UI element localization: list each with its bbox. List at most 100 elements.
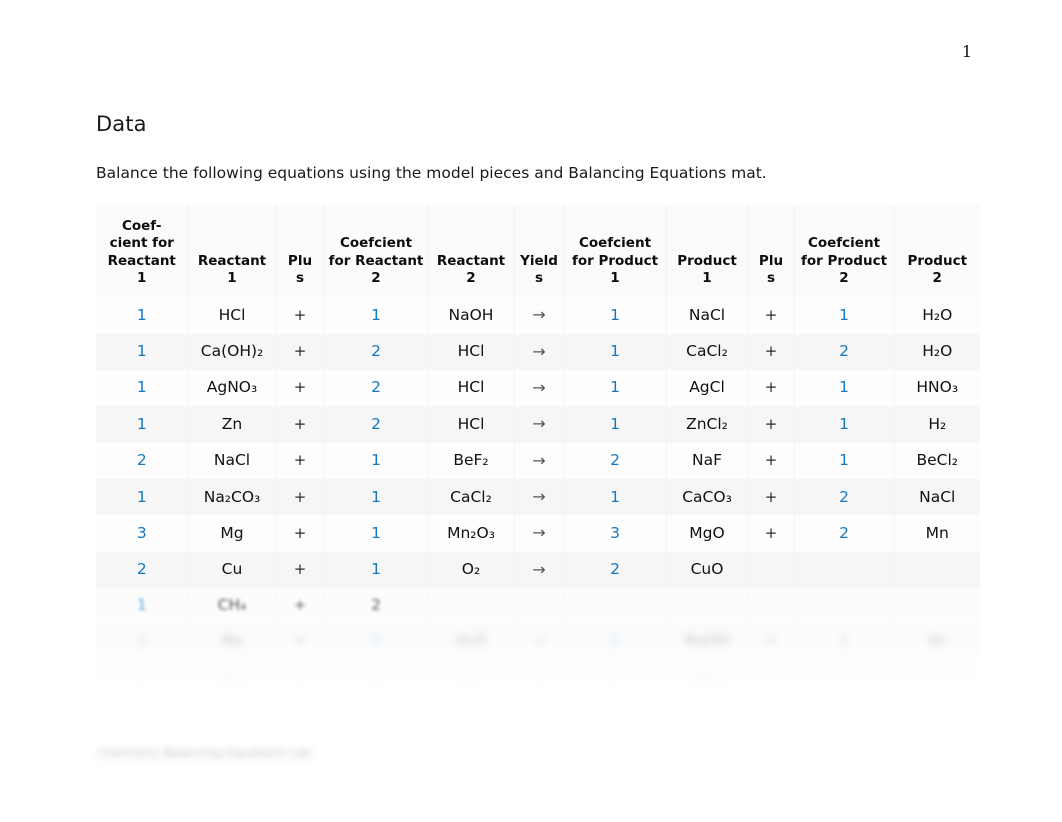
cell-coefficient-reactant-2: 2 — [324, 369, 429, 407]
cell-plus-1: + — [276, 551, 325, 589]
cell-coefficient-product-1-value: 1 — [610, 378, 620, 397]
cell-coefficient-product-2-value: 1 — [839, 378, 849, 397]
cell-plus-2-value: + — [764, 378, 778, 397]
header-line: Coefcient — [339, 235, 413, 252]
cell-plus-1-value: + — [293, 451, 307, 470]
cell-product-1-value: CaCO₃ — [682, 487, 732, 506]
cell-reactant-2-value: HCl — [457, 342, 485, 361]
cell-plus-1-value: + — [293, 596, 307, 615]
cell-reactant-2: HCl — [428, 333, 515, 370]
column-header-product-2: Product 2 — [894, 204, 980, 298]
cell-coefficient-reactant-1-value: 1 — [136, 342, 147, 361]
cell-coefficient-reactant-2-value: 2 — [371, 632, 381, 651]
cell-yields-arrow: → — [514, 551, 565, 589]
cell-reactant-1: CH₄ — [188, 588, 277, 624]
table-row: 1 Zn +2 HCl → 1 ZnCl₂ +1 H₂ — [96, 406, 980, 443]
cell-reactant-1-value: HCl — [218, 305, 246, 324]
cell-yields-arrow: → — [514, 659, 565, 697]
cell-reactant-1-value: NaCl — [213, 451, 251, 470]
header-line: Coef- — [121, 218, 162, 235]
cell-plus-2-value: + — [764, 414, 778, 433]
cell-coefficient-product-2-value: 1 — [839, 305, 849, 324]
cell-reactant-2-value: BeF₂ — [453, 451, 489, 470]
cell-plus-1: + — [276, 369, 325, 407]
cell-product-2: H₂ — [894, 623, 980, 660]
cell-reactant-1: HCl — [188, 297, 277, 334]
cell-yields-arrow: → — [514, 369, 565, 407]
cell-product-2: H₂O — [894, 333, 980, 370]
header-line: s — [295, 269, 305, 286]
cell-yields-arrow: → — [514, 515, 565, 552]
equations-table-body: 1 HCl +1 NaOH → 1 NaCl +1 H₂O 1 Ca(OH)₂ +2 HCl → 1 CaCl… — [96, 297, 980, 697]
cell-coefficient-product-2-value: 2 — [839, 523, 849, 542]
cell-yields-arrow: → — [514, 297, 565, 334]
cell-plus-2: + — [748, 297, 795, 334]
cell-reactant-1: AgNO₃ — [188, 369, 277, 407]
cell-coefficient-product-1: 2 — [564, 623, 667, 660]
column-header-reactant-1: Reactant 1 — [188, 204, 277, 298]
page-number: 1 — [961, 42, 972, 61]
cell-product-1: MgO — [666, 515, 749, 552]
header-line: Reactant — [436, 252, 506, 269]
cell-reactant-1: Na₂CO₃ — [188, 479, 277, 516]
column-header-plus-1: Plu s — [276, 204, 325, 298]
header-line: 1 — [227, 269, 237, 286]
table-row: 2 NaCl +1 BeF₂ → 2 NaF +1 BeCl₂ — [96, 442, 980, 480]
cell-coefficient-reactant-1-value: 2 — [136, 560, 147, 579]
cell-coefficient-product-1: 2 — [564, 551, 667, 589]
cell-coefficient-product-1: 1 — [564, 333, 667, 370]
cell-product-1-value: ZnCl₂ — [686, 414, 728, 433]
cell-product-2: H₂O — [894, 297, 980, 334]
header-line: 1 — [137, 269, 147, 286]
table-row: 1 Na₂CO₃ +1 CaCl₂ → 1 CaCO₃ +2 NaCl — [96, 479, 980, 516]
cell-coefficient-reactant-1: 1 — [96, 406, 189, 443]
cell-reactant-1-value: CH₄ — [217, 596, 247, 615]
cell-product-1: AgCl — [666, 369, 749, 407]
document-body: Data Balance the following equations usi… — [96, 112, 980, 697]
cell-plus-2-value: + — [764, 523, 778, 542]
cell-reactant-1-value: Na₂CO₃ — [203, 487, 261, 506]
cell-plus-1-value: + — [293, 632, 307, 651]
header-line: Reactant — [107, 252, 176, 269]
cell-coefficient-reactant-2: 1 — [324, 442, 429, 480]
cell-coefficient-product-1: 2 — [564, 442, 667, 480]
cell-coefficient-product-2 — [794, 551, 895, 589]
cell-reactant-2-value: NaOH — [448, 305, 494, 324]
header-line: 1 — [610, 269, 620, 286]
cell-coefficient-product-1: 1 — [564, 479, 667, 516]
cell-yields-arrow-value: → — [532, 487, 546, 507]
cell-product-2-value: H₂ — [928, 632, 947, 651]
table-row: 3 Mg +1 Mn₂O₃ → 3 MgO +2 Mn — [96, 515, 980, 552]
cell-product-2: HNO₃ — [894, 369, 980, 407]
cell-product-1: NaCl — [666, 297, 749, 334]
cell-coefficient-reactant-2: 1 — [324, 551, 429, 589]
cell-product-1-value: NaF — [691, 451, 722, 470]
cell-coefficient-reactant-2-value: 2 — [371, 342, 381, 361]
cell-coefficient-reactant-1: 1 — [96, 369, 189, 407]
cell-coefficient-reactant-2: 1 — [324, 479, 429, 516]
cell-plus-2: + — [748, 333, 795, 370]
header-line: Plu — [287, 252, 313, 269]
cell-product-2-value: H₂O — [922, 305, 953, 324]
cell-coefficient-reactant-1-value: 1 — [136, 487, 147, 506]
cell-coefficient-reactant-2: 2 — [324, 406, 429, 443]
cell-coefficient-product-2-value: 1 — [839, 632, 849, 651]
cell-product-2-value: H₂O — [922, 342, 953, 361]
cell-coefficient-product-1 — [564, 588, 667, 624]
cell-coefficient-reactant-2: 1 — [324, 515, 429, 552]
cell-plus-2-value: + — [764, 632, 778, 651]
header-line: Product — [907, 252, 968, 269]
cell-coefficient-reactant-1-value: 1 — [136, 668, 147, 687]
cell-plus-2: + — [748, 442, 795, 480]
cell-coefficient-product-2: 1 — [794, 442, 895, 480]
cell-plus-2-value: + — [764, 305, 778, 324]
cell-coefficient-product-2: 1 — [794, 623, 895, 660]
cell-plus-2 — [748, 659, 795, 697]
column-header-coefficient-reactant-2: Coefcient for Reactant 2 — [324, 204, 429, 298]
cell-plus-1-value: + — [293, 560, 307, 579]
cell-reactant-1-value: Ca(OH)₂ — [200, 342, 264, 361]
column-header-coefficient-product-2: Coefcient for Product 2 — [794, 204, 895, 298]
cell-coefficient-reactant-1-value: 2 — [136, 632, 147, 651]
cell-yields-arrow: → — [514, 442, 565, 480]
cell-coefficient-reactant-1: 2 — [96, 551, 189, 589]
